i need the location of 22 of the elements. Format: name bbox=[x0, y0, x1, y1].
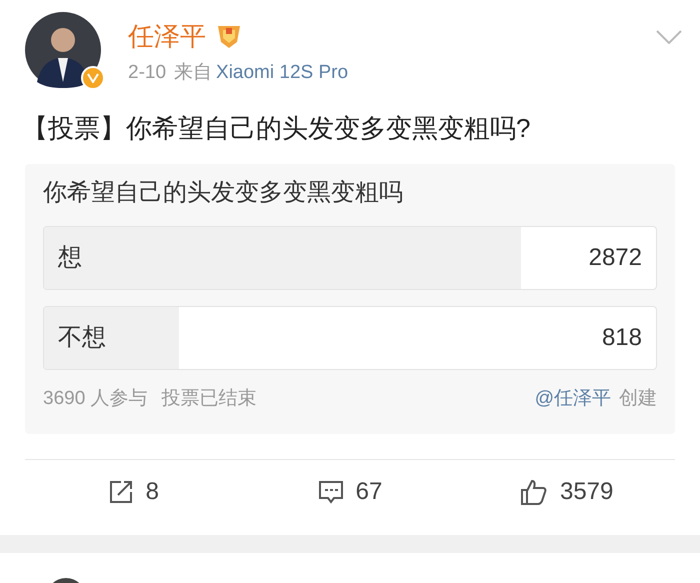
avatar[interactable] bbox=[25, 12, 101, 88]
comment-button[interactable]: 67 bbox=[242, 474, 458, 510]
creator-link[interactable]: @任泽平 bbox=[534, 386, 611, 412]
poll-option[interactable]: 不想 818 bbox=[43, 306, 657, 370]
participant-count: 3690 人参与 bbox=[43, 387, 148, 411]
like-button[interactable]: 3579 bbox=[458, 474, 676, 510]
poll-title: 你希望自己的头发变多变黑变粗吗 bbox=[43, 178, 404, 208]
share-icon bbox=[108, 478, 134, 504]
poll-option[interactable]: 想 2872 bbox=[43, 226, 657, 290]
post-date: 2-10 bbox=[128, 61, 166, 85]
thumbs-up-icon bbox=[520, 478, 548, 506]
poll-status: 投票已结束 bbox=[162, 387, 257, 411]
option-label: 不想 bbox=[58, 323, 106, 353]
vote-count: 818 bbox=[602, 323, 642, 353]
post-text: 【投票】你希望自己的头发变多变黑变粗吗? bbox=[21, 112, 532, 145]
option-label: 想 bbox=[58, 243, 82, 273]
comment-icon bbox=[318, 478, 344, 504]
source-link[interactable]: Xiaomi 12S Pro bbox=[216, 61, 348, 85]
vote-count: 2872 bbox=[588, 243, 642, 273]
repost-button[interactable]: 8 bbox=[25, 474, 242, 510]
created-label: 创建 bbox=[619, 387, 657, 411]
source-label: 来自 bbox=[174, 61, 212, 85]
